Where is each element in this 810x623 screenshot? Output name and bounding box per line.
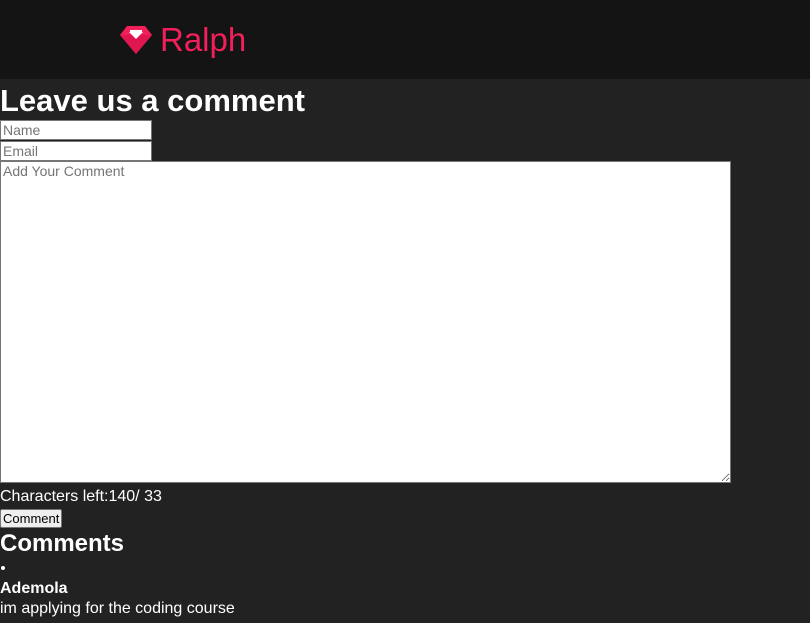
gem-icon — [120, 26, 152, 54]
comments-heading: Comments — [0, 530, 125, 557]
comment-text: im applying for the coding course — [0, 600, 235, 617]
page-title: Leave us a comment — [0, 83, 305, 118]
comment-author: Ademola — [0, 580, 68, 597]
comment-textarea[interactable] — [0, 161, 731, 483]
comment-submit-button[interactable]: Comment — [0, 509, 63, 528]
name-input[interactable] — [0, 120, 152, 140]
characters-left-counter: Characters left:140/ 33 — [0, 488, 162, 505]
brand-name: Ralph — [160, 21, 247, 58]
site-header: Ralph — [0, 0, 810, 79]
bullet-icon — [1, 566, 5, 570]
email-input[interactable] — [0, 141, 152, 161]
brand-logo[interactable]: Ralph — [119, 22, 246, 58]
comments-list: Ademola im applying for the coding cours… — [0, 561, 810, 619]
comment-item: Ademola im applying for the coding cours… — [0, 566, 810, 619]
